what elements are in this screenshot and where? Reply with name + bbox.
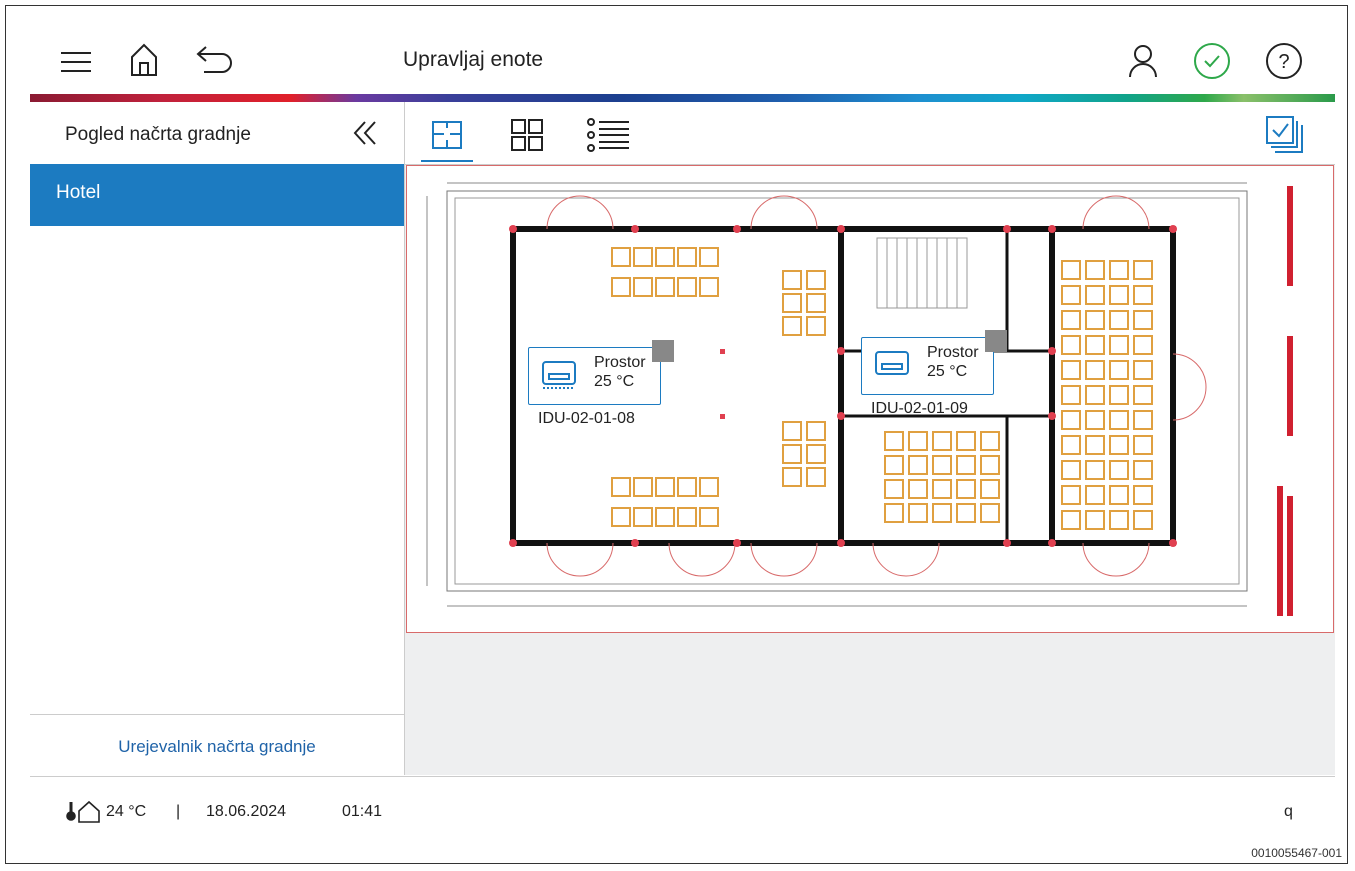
unit-name: Prostor	[927, 344, 979, 361]
indoor-unit-icon	[875, 351, 909, 375]
floor-plan-editor-link[interactable]: Urejevalnik načrta gradnje	[30, 737, 404, 757]
help-icon[interactable]: ?	[1264, 41, 1304, 81]
status-time: 01:41	[342, 803, 383, 820]
status-date: 18.06.2024	[206, 803, 287, 820]
grid-view-icon	[511, 119, 543, 151]
brand-stripe	[30, 94, 1335, 102]
indoor-unit-icon	[542, 361, 576, 389]
status-ok-icon[interactable]	[1192, 41, 1232, 81]
status-separator: |	[176, 803, 181, 820]
status-bar: 24 °C | 18.06.2024 01:41 q	[30, 776, 1335, 823]
unit-status-flag	[652, 340, 674, 362]
sidebar-item-label: Hotel	[56, 182, 101, 203]
floor-plan-icon	[432, 121, 462, 149]
outdoor-temperature: 24 °C	[106, 803, 147, 820]
menu-icon[interactable]	[56, 44, 96, 80]
collapse-sidebar-icon[interactable]	[348, 118, 382, 148]
sidebar-item-hotel[interactable]: Hotel	[30, 164, 404, 226]
view-tabs	[405, 102, 1335, 165]
multi-select-icon[interactable]	[1263, 114, 1309, 156]
page-title: Upravljaj enote	[403, 48, 544, 71]
unit-id: IDU-02-01-08	[538, 410, 635, 427]
document-id: 0010055467-001	[1251, 846, 1342, 860]
top-bar: Upravljaj enote ?	[30, 30, 1335, 92]
svg-text:?: ?	[1278, 51, 1289, 73]
unit-card-box[interactable]: Prostor 25 °C	[861, 337, 994, 395]
user-icon[interactable]	[1126, 42, 1160, 80]
home-icon[interactable]	[126, 40, 162, 80]
unit-status-flag	[985, 330, 1007, 352]
back-icon[interactable]	[194, 42, 238, 78]
tab-grid[interactable]	[501, 110, 553, 160]
sidebar-footer: Urejevalnik načrta gradnje	[30, 714, 404, 776]
unit-id: IDU-02-01-09	[871, 400, 968, 417]
sidebar-title: Pogled načrta gradnje	[65, 124, 251, 145]
tab-list[interactable]	[583, 110, 635, 160]
floor-plan-area: Prostor 25 °C IDU-02-01-08 Prostor 25 °C…	[405, 165, 1335, 775]
sidebar: Pogled načrta gradnje Hotel Urejevalnik …	[30, 102, 405, 775]
status-right-label: q	[1284, 803, 1293, 820]
unit-temperature: 25 °C	[594, 373, 635, 390]
sidebar-header: Pogled načrta gradnje	[30, 102, 404, 164]
unit-card-box[interactable]: Prostor 25 °C	[528, 347, 661, 405]
outdoor-temperature-icon	[66, 800, 100, 823]
unit-name: Prostor	[594, 354, 646, 371]
tab-floor-plan[interactable]	[421, 110, 473, 162]
list-view-icon	[587, 118, 629, 152]
main-panel: Prostor 25 °C IDU-02-01-08 Prostor 25 °C…	[405, 102, 1335, 775]
unit-temperature: 25 °C	[927, 363, 968, 380]
